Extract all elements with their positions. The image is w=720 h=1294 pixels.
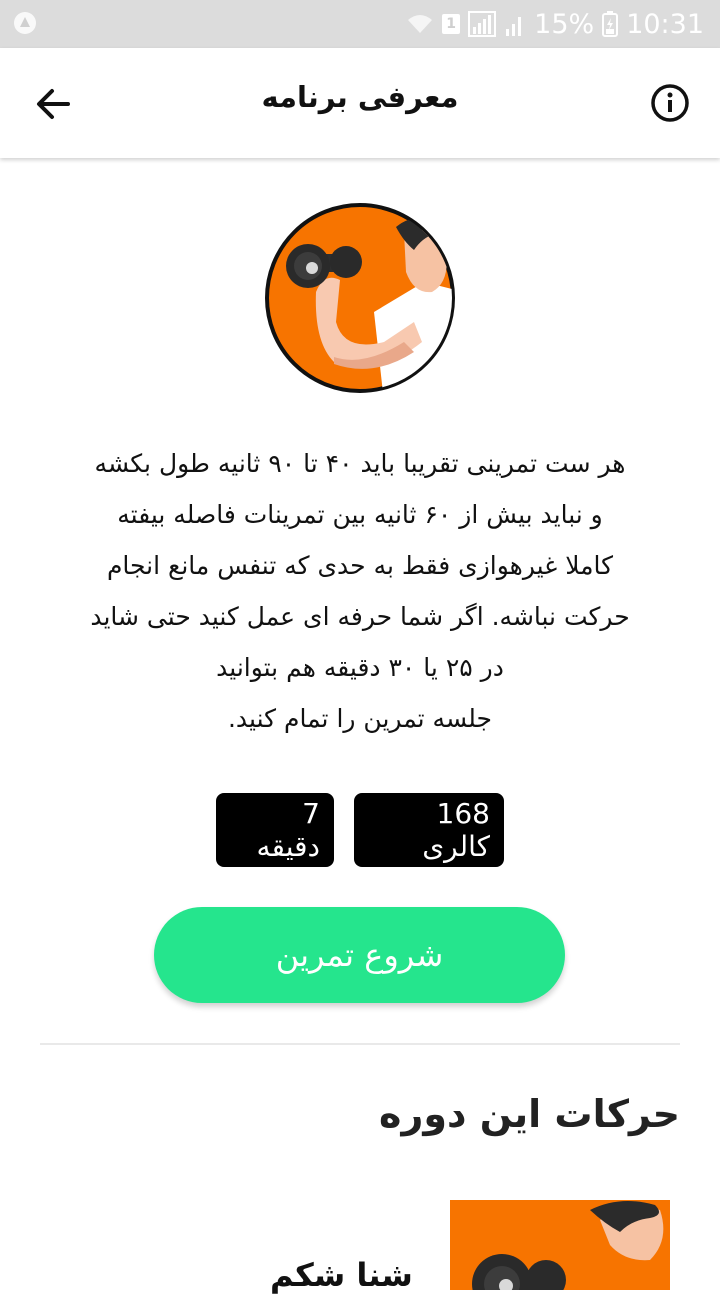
info-circle-icon: [651, 84, 689, 122]
battery-percent: 15%: [534, 8, 595, 40]
calories-badge: 168 کالری: [354, 793, 504, 867]
signal-secondary-icon: [506, 17, 522, 36]
exercise-list-item[interactable]: شنا شکم: [0, 1180, 720, 1294]
battery-icon: [602, 11, 619, 37]
status-icons: 1 15% 10:31: [406, 6, 704, 42]
description-line: در ۲۵ یا ۳۰ دقیقه هم بتوانید: [216, 653, 504, 682]
description-line: حرکت نباشه. اگر شما حرفه ای عمل کنید حتی…: [90, 602, 630, 631]
program-description: هر ست تمرینی تقریبا باید ۴۰ تا ۹۰ ثانیه …: [50, 438, 670, 744]
duration-badge: 7 دقیقه: [216, 793, 334, 867]
divider: [40, 1043, 680, 1045]
exercise-name: شنا شکم: [270, 1256, 413, 1294]
description-line: جلسه تمرین را تمام کنید.: [227, 704, 492, 733]
stats-row: 7 دقیقه 168 کالری: [0, 793, 720, 867]
description-line: هر ست تمرینی تقریبا باید ۴۰ تا ۹۰ ثانیه …: [94, 449, 626, 478]
notification-icon: [14, 12, 36, 34]
sim-slot-icon: 1: [442, 14, 461, 34]
clock: 10:31: [626, 8, 704, 40]
signal-icon: [468, 11, 497, 37]
exercises-section-title: حرکات این دوره: [379, 1092, 680, 1136]
description-line: و نباید بیش از ۶۰ ثانیه بین تمرینات فاصل…: [117, 500, 603, 529]
dumbbell-curl-icon: [265, 203, 455, 393]
wifi-icon: [408, 15, 433, 33]
app-bar: معرفی برنامه: [0, 48, 720, 158]
description-line: کاملا غیرهوازی فقط به حدی که تنفس مانع ا…: [106, 551, 614, 580]
page-title: معرفی برنامه: [261, 80, 459, 114]
start-workout-button[interactable]: شروع تمرین: [154, 907, 565, 1003]
exercise-thumbnail-icon: [450, 1200, 670, 1290]
info-button[interactable]: [650, 83, 690, 123]
status-bar: 1 15% 10:31: [0, 0, 720, 48]
